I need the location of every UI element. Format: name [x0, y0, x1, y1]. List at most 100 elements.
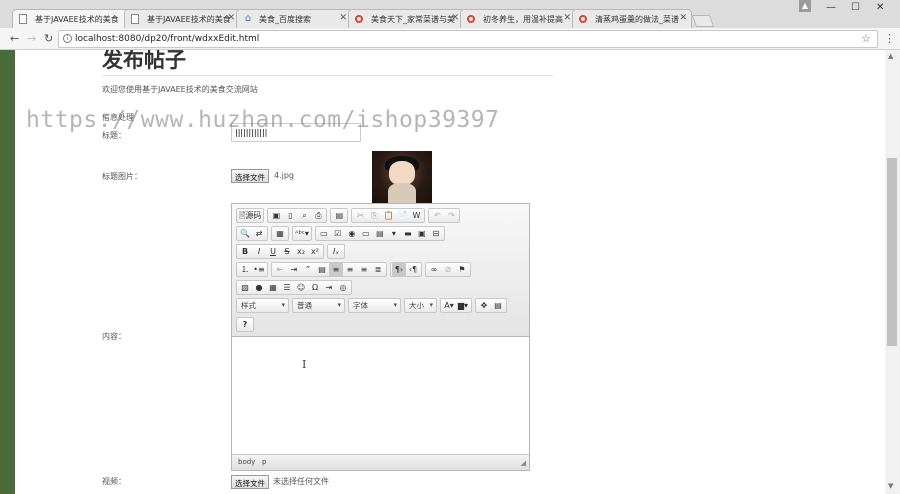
- copy-icon[interactable]: ⎘: [367, 209, 381, 222]
- flash-icon[interactable]: ●: [252, 281, 266, 294]
- replace-icon[interactable]: ⇄: [252, 227, 266, 240]
- close-window-icon[interactable]: ✕: [876, 2, 884, 13]
- form-icon[interactable]: ▭: [317, 227, 331, 240]
- info-icon[interactable]: i: [63, 34, 72, 43]
- italic-icon[interactable]: I: [252, 245, 266, 258]
- horizontal-rule-icon[interactable]: ☰: [280, 281, 294, 294]
- align-right-icon[interactable]: ≡: [357, 263, 371, 276]
- underline-icon[interactable]: U: [266, 245, 280, 258]
- close-tab-icon[interactable]: ✕: [451, 13, 459, 23]
- choose-image-button[interactable]: 选择文件: [231, 169, 269, 183]
- textarea-icon[interactable]: ▤: [373, 227, 387, 240]
- print-icon[interactable]: ⎙: [311, 209, 325, 222]
- new-page-icon[interactable]: ▯: [283, 209, 297, 222]
- rtl-icon[interactable]: ‹¶: [406, 263, 420, 276]
- close-tab-icon[interactable]: ✕: [227, 13, 235, 23]
- link-icon[interactable]: ∞: [427, 263, 441, 276]
- bg-color-icon[interactable]: ▆▾: [456, 299, 470, 312]
- browser-tab-6[interactable]: 清蒸鸡蛋羹的做法_菜谱 ✕: [572, 9, 692, 28]
- indent-icon[interactable]: ⇥: [287, 263, 301, 276]
- maximize-editor-icon[interactable]: ✥: [477, 299, 491, 312]
- welcome-text: 欢迎您使用基于JAVAEE技术的美食交流网站: [102, 85, 258, 94]
- page-break-icon[interactable]: ⇥: [322, 281, 336, 294]
- reload-icon[interactable]: ↻: [44, 32, 53, 45]
- show-blocks-icon[interactable]: ▤: [491, 299, 505, 312]
- blockquote-icon[interactable]: ”: [301, 263, 315, 276]
- special-char-icon[interactable]: Ω: [308, 281, 322, 294]
- choose-video-button[interactable]: 选择文件: [231, 475, 269, 489]
- path-body[interactable]: body: [238, 458, 255, 466]
- button-field-icon[interactable]: ▬: [401, 227, 415, 240]
- browser-tab-4[interactable]: 美食天下_家常菜谱与美 ✕: [348, 9, 464, 28]
- user-icon[interactable]: ▲: [799, 0, 811, 12]
- close-tab-icon[interactable]: ✕: [339, 13, 347, 23]
- close-tab-icon[interactable]: ✕: [679, 13, 687, 23]
- page-icon: [131, 14, 139, 24]
- page-scrollbar[interactable]: ▲ ▼: [885, 50, 900, 494]
- textfield-icon[interactable]: ▭: [359, 227, 373, 240]
- paste-icon[interactable]: 📋: [381, 209, 395, 222]
- minimize-icon[interactable]: —: [826, 2, 836, 13]
- resize-handle-icon[interactable]: ◢: [521, 459, 526, 467]
- bulleted-list-icon[interactable]: •≡: [252, 263, 266, 276]
- scroll-down-icon[interactable]: ▼: [888, 482, 893, 490]
- strikethrough-icon[interactable]: S: [280, 245, 294, 258]
- browser-tab-2[interactable]: 基于JAVAEE技术的美食 ✕: [124, 9, 240, 28]
- close-tab-icon[interactable]: ✕: [563, 13, 571, 23]
- editor-content-area[interactable]: I: [232, 338, 529, 454]
- format-select[interactable]: 普通: [292, 298, 345, 313]
- outdent-icon[interactable]: ⇤: [273, 263, 287, 276]
- select-all-icon[interactable]: ▦: [273, 227, 287, 240]
- find-icon[interactable]: 🔍: [238, 227, 252, 240]
- cut-icon[interactable]: ✂: [353, 209, 367, 222]
- spellcheck-icon[interactable]: ᴬᵇᶜ▾: [294, 227, 310, 240]
- address-bar[interactable]: i localhost:8080/dp20/front/wdxxEdit.htm…: [58, 30, 878, 48]
- source-icon[interactable]: 🗎源码: [238, 209, 262, 222]
- templates-icon[interactable]: ▤: [332, 209, 346, 222]
- scroll-up-icon[interactable]: ▲: [888, 52, 893, 60]
- preview-icon[interactable]: ⌕: [297, 209, 311, 222]
- align-left-icon[interactable]: ≡: [329, 263, 343, 276]
- image-button-icon[interactable]: ▣: [415, 227, 429, 240]
- select-field-icon[interactable]: ▾: [387, 227, 401, 240]
- table-icon[interactable]: ▦: [266, 281, 280, 294]
- anchor-icon[interactable]: ⚑: [455, 263, 469, 276]
- align-center-icon[interactable]: ≡: [343, 263, 357, 276]
- paste-word-icon[interactable]: W: [409, 209, 423, 222]
- maximize-icon[interactable]: ☐: [851, 2, 860, 13]
- help-icon[interactable]: ?: [238, 318, 252, 331]
- text-color-icon[interactable]: A▾: [442, 299, 456, 312]
- unlink-icon[interactable]: ⊘: [441, 263, 455, 276]
- scrollbar-thumb[interactable]: [887, 158, 897, 346]
- bookmark-star-icon[interactable]: ☆: [861, 32, 871, 45]
- justify-icon[interactable]: ≣: [371, 263, 385, 276]
- font-select[interactable]: 字体: [348, 298, 401, 313]
- undo-icon[interactable]: ↶: [430, 209, 444, 222]
- paste-text-icon[interactable]: 📄: [395, 209, 409, 222]
- forward-icon[interactable]: →: [27, 32, 36, 45]
- size-select[interactable]: 大小: [404, 298, 437, 313]
- superscript-icon[interactable]: x²: [308, 245, 322, 258]
- image-icon[interactable]: ▨: [238, 281, 252, 294]
- save-icon[interactable]: ▣: [269, 209, 283, 222]
- div-icon[interactable]: ▤: [315, 263, 329, 276]
- smiley-icon[interactable]: ☺: [294, 281, 308, 294]
- bold-icon[interactable]: B: [238, 245, 252, 258]
- back-icon[interactable]: ←: [10, 32, 19, 45]
- redo-icon[interactable]: ↷: [444, 209, 458, 222]
- menu-icon[interactable]: ⋮: [884, 32, 895, 45]
- radio-icon[interactable]: ◉: [345, 227, 359, 240]
- browser-tab-5[interactable]: 初冬养生，用温补提高 ✕: [460, 9, 576, 28]
- iframe-icon[interactable]: ◎: [336, 281, 350, 294]
- browser-tab-1[interactable]: 基于JAVAEE技术的美食 ✕: [12, 9, 136, 28]
- ltr-icon[interactable]: ¶›: [392, 263, 406, 276]
- numbered-list-icon[interactable]: ⒈: [238, 263, 252, 276]
- browser-tab-3[interactable]: ⌂ 美食_百度搜索 ✕: [236, 9, 352, 28]
- checkbox-icon[interactable]: ☑: [331, 227, 345, 240]
- new-tab-button[interactable]: [691, 15, 715, 27]
- subscript-icon[interactable]: x₂: [294, 245, 308, 258]
- path-p[interactable]: p: [262, 458, 266, 466]
- hidden-field-icon[interactable]: ⊟: [429, 227, 443, 240]
- remove-format-icon[interactable]: Iₓ: [329, 245, 343, 258]
- styles-select[interactable]: 样式: [236, 298, 289, 313]
